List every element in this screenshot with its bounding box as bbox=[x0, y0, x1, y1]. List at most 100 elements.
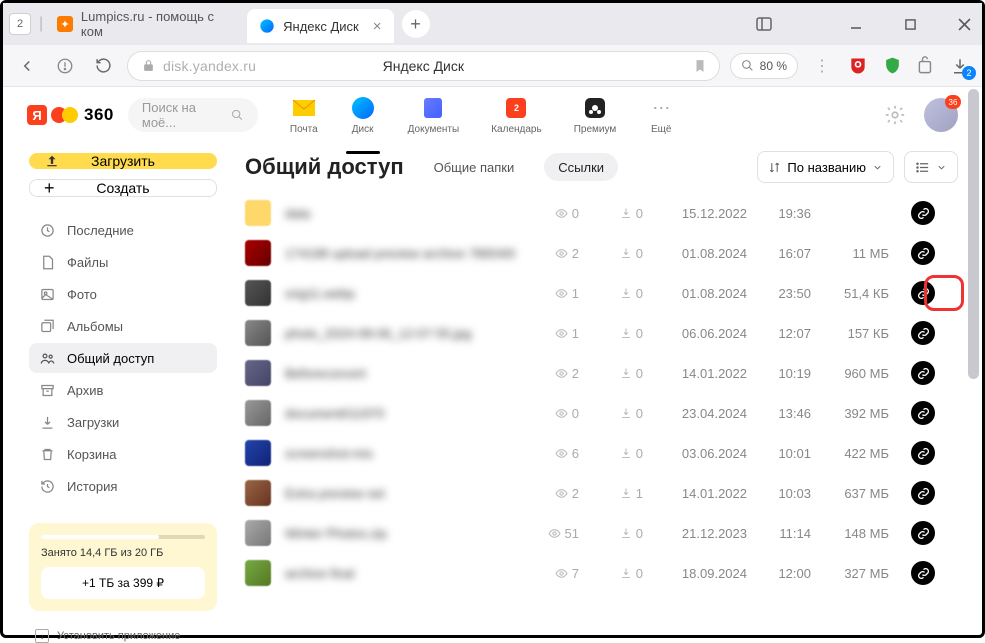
sidebar-item-recent[interactable]: Последние bbox=[29, 215, 217, 245]
url-field[interactable]: disk.yandex.ru Яндекс Диск bbox=[127, 51, 720, 81]
install-app-link[interactable]: ↓ Установить приложение bbox=[35, 629, 217, 643]
create-button[interactable]: + Создать bbox=[29, 179, 217, 197]
file-row[interactable]: photo_2024-08-06_12-07-55.jpg 1 0 06.06.… bbox=[245, 313, 958, 353]
security-button[interactable] bbox=[51, 52, 79, 80]
sidebar: Загрузить + Создать Последние Файлы Фото… bbox=[3, 143, 235, 635]
service-documents[interactable]: Документы bbox=[408, 95, 460, 135]
file-time: 10:19 bbox=[761, 366, 811, 381]
albums-icon bbox=[39, 318, 55, 334]
sidebar-item-downloads[interactable]: Загрузки bbox=[29, 407, 217, 437]
sort-label: По названию bbox=[787, 160, 866, 175]
service-mail[interactable]: Почта bbox=[290, 95, 318, 135]
reload-button[interactable] bbox=[89, 52, 117, 80]
share-link-button[interactable] bbox=[911, 201, 935, 225]
file-thumbnail bbox=[245, 320, 271, 346]
file-row[interactable]: Winter Photos.zip 51 0 21.12.2023 11:14 … bbox=[245, 513, 958, 553]
share-link-button[interactable] bbox=[911, 281, 935, 305]
share-link-button[interactable] bbox=[911, 401, 935, 425]
file-thumbnail bbox=[245, 520, 271, 546]
lock-icon bbox=[142, 59, 155, 72]
share-link-button[interactable] bbox=[911, 561, 935, 585]
downloads-icon[interactable] bbox=[948, 54, 972, 78]
file-row[interactable]: screenshot-mix 6 0 03.06.2024 10:01 422 … bbox=[245, 433, 958, 473]
views-count: 0 bbox=[529, 406, 579, 421]
settings-button[interactable] bbox=[884, 104, 906, 126]
share-link-button[interactable] bbox=[911, 361, 935, 385]
new-tab-button[interactable]: + bbox=[402, 10, 430, 38]
storage-bar bbox=[41, 535, 205, 539]
file-time: 12:00 bbox=[761, 566, 811, 581]
service-disk[interactable]: Диск bbox=[350, 95, 376, 135]
service-label: Календарь bbox=[491, 124, 541, 135]
service-premium[interactable]: Премиум bbox=[574, 95, 617, 135]
file-name: data bbox=[285, 206, 515, 221]
share-link-button[interactable] bbox=[911, 481, 935, 505]
file-row[interactable]: Beforeconcert 2 0 14.01.2022 10:19 960 М… bbox=[245, 353, 958, 393]
service-calendar[interactable]: 2 Календарь bbox=[491, 95, 541, 135]
share-link-button[interactable] bbox=[911, 241, 935, 265]
sidebar-item-history[interactable]: История bbox=[29, 471, 217, 501]
browser-tab-inactive[interactable]: ✦ Lumpics.ru - помощь с ком bbox=[47, 7, 247, 41]
tab-links[interactable]: Ссылки bbox=[544, 153, 618, 181]
file-row[interactable]: document011970 0 0 23.04.2024 13:46 392 … bbox=[245, 393, 958, 433]
chevron-down-icon bbox=[872, 162, 883, 173]
maximize-icon[interactable] bbox=[898, 12, 922, 36]
sidebar-item-photos[interactable]: Фото bbox=[29, 279, 217, 309]
file-date: 01.08.2024 bbox=[657, 246, 747, 261]
file-thumbnail bbox=[245, 440, 271, 466]
documents-icon bbox=[420, 95, 446, 121]
sidebar-item-files[interactable]: Файлы bbox=[29, 247, 217, 277]
chevron-down-icon bbox=[936, 162, 947, 173]
file-row[interactable]: 174198 upload preview archive 7865400 jp… bbox=[245, 233, 958, 273]
scrollbar[interactable] bbox=[968, 89, 979, 379]
sidebar-item-trash[interactable]: Корзина bbox=[29, 439, 217, 469]
upgrade-button[interactable]: +1 ТБ за 399 ₽ bbox=[41, 567, 205, 599]
file-date: 21.12.2023 bbox=[657, 526, 747, 541]
close-window-icon[interactable] bbox=[952, 12, 976, 36]
share-link-button[interactable] bbox=[911, 321, 935, 345]
minimize-icon[interactable] bbox=[844, 12, 868, 36]
calendar-icon: 2 bbox=[503, 95, 529, 121]
downloads-count: 0 bbox=[593, 406, 643, 421]
services-nav: Почта Диск Документы 2 Календарь Премиум… bbox=[290, 95, 674, 135]
service-label: Почта bbox=[290, 124, 318, 135]
file-row[interactable]: Extra preview set 2 1 14.01.2022 10:03 6… bbox=[245, 473, 958, 513]
sort-dropdown[interactable]: По названию bbox=[757, 151, 894, 183]
search-input[interactable]: Поиск на моё... bbox=[128, 98, 258, 132]
nav-label: Корзина bbox=[67, 447, 117, 462]
service-label: Диск bbox=[352, 124, 374, 135]
view-mode-dropdown[interactable] bbox=[904, 151, 958, 183]
file-row[interactable]: archive final 7 0 18.09.2024 12:00 327 М… bbox=[245, 553, 958, 593]
share-link-button[interactable] bbox=[911, 441, 935, 465]
share-link-button[interactable] bbox=[911, 521, 935, 545]
app-header: Я 360 Поиск на моё... Почта Диск Докумен… bbox=[3, 87, 982, 143]
file-size: 157 КБ bbox=[825, 326, 889, 341]
sidebar-item-shared[interactable]: Общий доступ bbox=[29, 343, 217, 373]
extension-generic-icon[interactable] bbox=[914, 54, 938, 78]
logo[interactable]: Я 360 bbox=[27, 105, 114, 125]
file-row[interactable]: data 0 0 15.12.2022 19:36 bbox=[245, 193, 958, 233]
downloads-count: 0 bbox=[593, 446, 643, 461]
back-button[interactable] bbox=[13, 52, 41, 80]
user-avatar[interactable]: 36 bbox=[924, 98, 958, 132]
nav-label: Архив bbox=[67, 383, 103, 398]
upload-button[interactable]: Загрузить bbox=[29, 153, 217, 169]
zoom-indicator[interactable]: 80 % bbox=[730, 53, 798, 79]
plus-icon: + bbox=[44, 178, 55, 199]
service-more[interactable]: ⋯ Ещё bbox=[648, 95, 674, 135]
sidebar-toggle-icon[interactable] bbox=[752, 12, 776, 36]
extension-shield-icon[interactable] bbox=[880, 54, 904, 78]
browser-tab-active[interactable]: Яндекс Диск × bbox=[247, 9, 393, 43]
menu-kebab-icon[interactable]: ⋮ bbox=[808, 52, 836, 80]
extension-ublock-icon[interactable] bbox=[846, 54, 870, 78]
download-icon bbox=[39, 414, 55, 430]
views-count: 2 bbox=[529, 486, 579, 501]
file-row[interactable]: orig11.webp 1 0 01.08.2024 23:50 51,4 КБ bbox=[245, 273, 958, 313]
sidebar-item-archive[interactable]: Архив bbox=[29, 375, 217, 405]
bookmark-icon[interactable] bbox=[693, 59, 707, 73]
tab-counter[interactable]: 2 bbox=[9, 13, 31, 35]
close-tab-icon[interactable]: × bbox=[373, 18, 382, 35]
tab-shared-folders[interactable]: Общие папки bbox=[420, 153, 529, 181]
file-thumbnail bbox=[245, 360, 271, 386]
sidebar-item-albums[interactable]: Альбомы bbox=[29, 311, 217, 341]
